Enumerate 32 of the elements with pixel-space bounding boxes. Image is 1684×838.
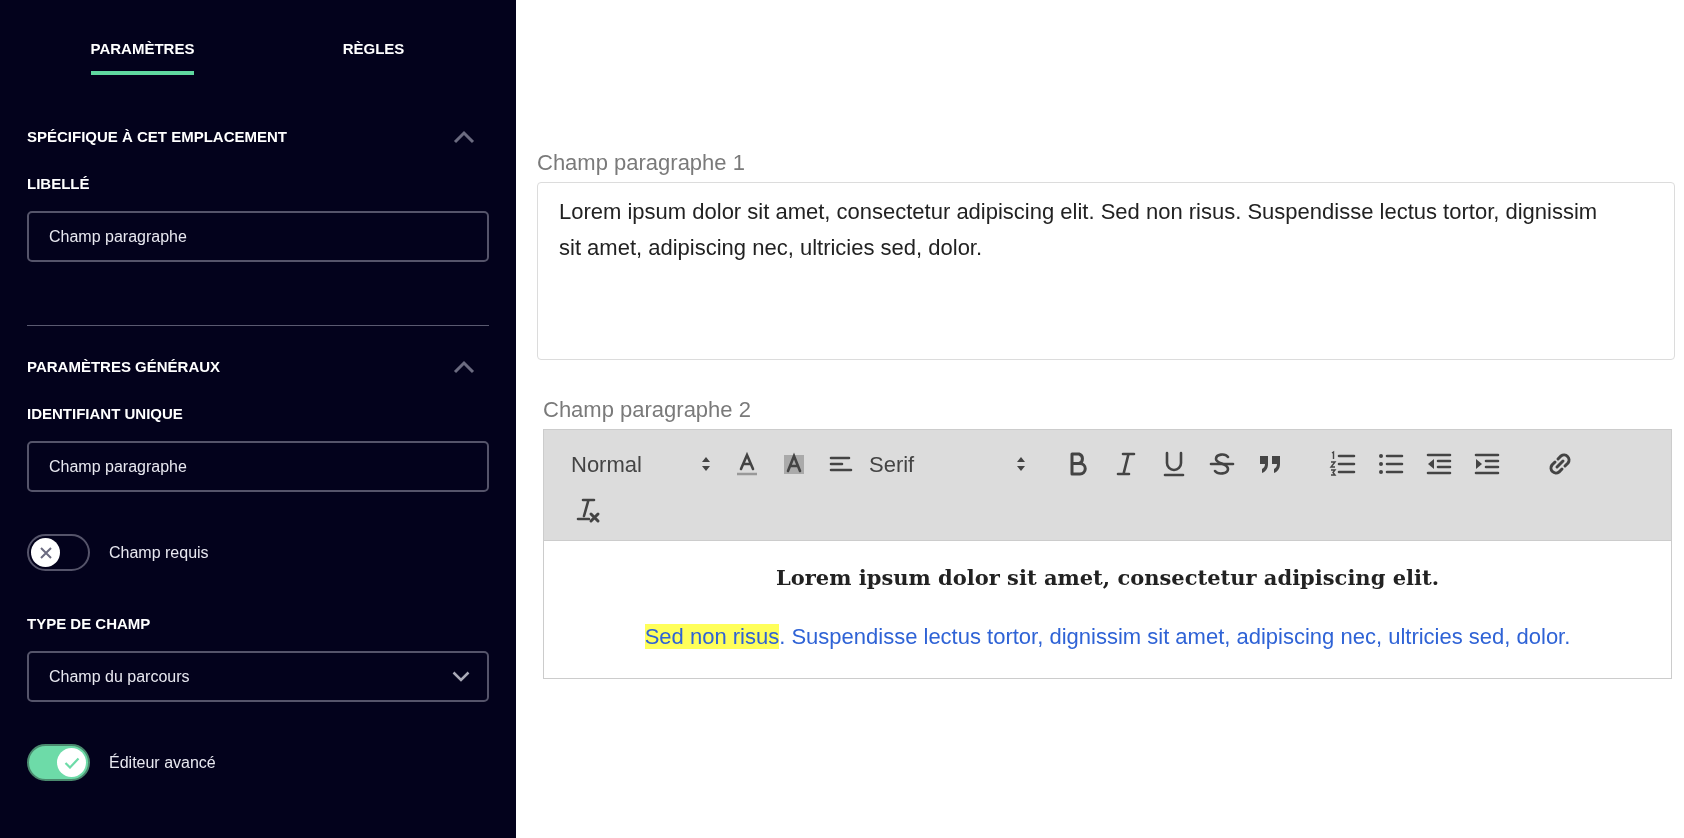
field-label: Champ paragraphe 2: [543, 397, 752, 423]
dropdown-select[interactable]: Serif: [869, 447, 1026, 481]
check-icon: [63, 756, 80, 769]
toggle-switch[interactable]: [27, 534, 90, 571]
text-area-field[interactable]: Lorem ipsum dolor sit amet, consectetur adipiscing elit. Sed non risus. Suspendisse lectus tortor, dignissim sit amet, adipiscing nec, ultricies sed, dolor.: [537, 182, 1675, 360]
chevron-icon: [453, 360, 475, 374]
dropdown-select[interactable]: Champ du parcours: [27, 651, 489, 702]
strikethrough-icon: [1208, 450, 1236, 478]
text-input-field[interactable]: Champ paragraphe: [27, 211, 489, 262]
tab[interactable]: PARAMÈTRES: [90, 0, 195, 75]
field-label: LIBELLÉ: [27, 174, 91, 194]
dropdown-select[interactable]: Normal: [571, 447, 711, 481]
toggle-label: Champ requis: [109, 542, 209, 563]
field-label: TYPE DE CHAMP: [27, 614, 152, 634]
sort-arrows-icon: [1016, 455, 1026, 473]
field-label: Champ paragraphe 1: [537, 150, 746, 176]
chevron-icon: [453, 130, 475, 144]
toggle-label: Éditeur avancé: [109, 752, 216, 773]
paragraph-text: Sed non risus. Suspendisse lectus tortor, dignissim sit amet, adipiscing nec, ultricies sed, dolor.: [643, 623, 1572, 651]
numbered-list-icon: [1329, 450, 1357, 478]
section-title: PARAMÈTRES GÉNÉRAUX: [27, 356, 221, 377]
clear-format-icon: [574, 496, 602, 524]
chevron-down-icon: [452, 671, 470, 682]
text-input-field[interactable]: Champ paragraphe: [27, 441, 489, 492]
tab[interactable]: RÈGLES: [342, 0, 405, 75]
field-label: IDENTIFIANT UNIQUE: [27, 404, 184, 424]
sort-arrows-icon: [701, 455, 711, 473]
close-icon: [38, 545, 53, 560]
editor-content[interactable]: Lorem ipsum dolor sit amet, consectetur adipiscing elit. Sed non risus. Suspendisse lectus tortor, dignissim sit amet, adipiscing nec, ultricies sed, dolor.: [544, 541, 1671, 678]
heading-text: Lorem ipsum dolor sit amet, consectetur adipiscing elit.: [775, 564, 1440, 592]
toggle-switch[interactable]: [27, 744, 90, 781]
section-title: SPÉCIFIQUE À CET EMPLACEMENT: [27, 126, 288, 147]
